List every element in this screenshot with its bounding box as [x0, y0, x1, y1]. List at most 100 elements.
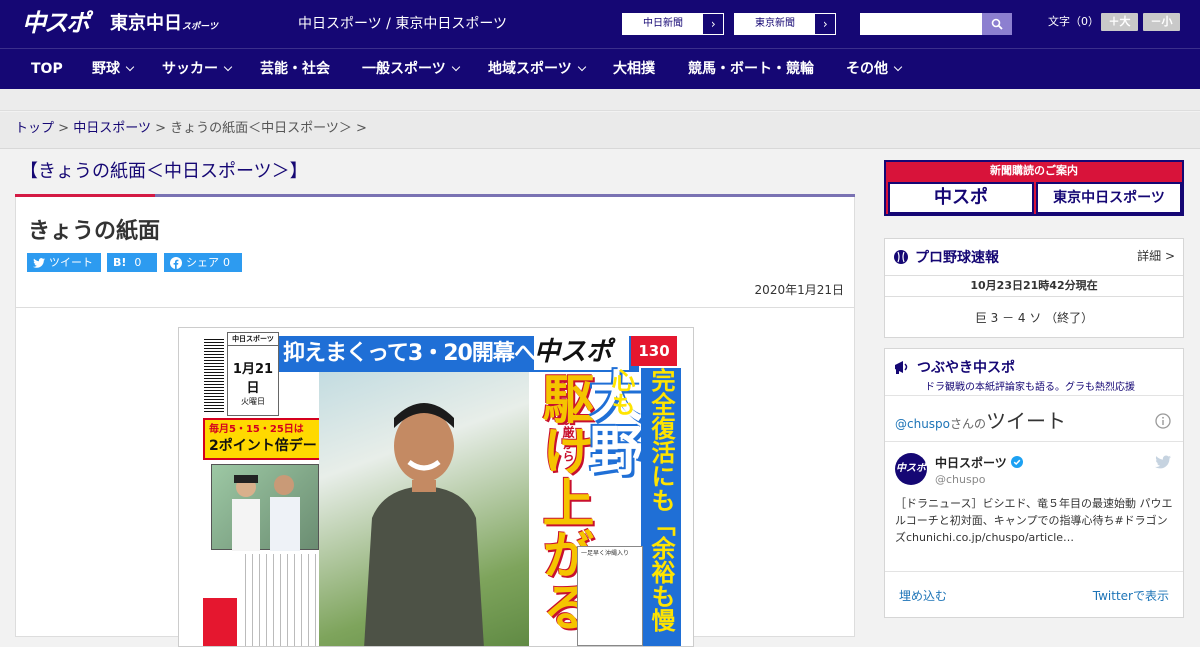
baseball-live-title: プロ野球速報: [915, 250, 999, 266]
subscription-title: 新聞購読のご案内: [990, 164, 1078, 177]
front-column-title: 一足早く沖縄入り: [581, 550, 630, 557]
hatena-button[interactable]: B! 0: [107, 253, 157, 272]
inset-photo: [211, 464, 319, 551]
tweets-subtitle: ドラ観戦の本紙評論家も語る。グラも熱烈応援: [925, 382, 1135, 393]
breadcrumb-sep: >: [155, 121, 166, 136]
nav-sumo[interactable]: 大相撲: [613, 49, 655, 90]
view-on-twitter-link[interactable]: Twitterで表示: [1093, 587, 1169, 604]
search-input[interactable]: [860, 13, 982, 35]
subscribe-tokyo-chunichi-button[interactable]: 東京中日スポーツ: [1036, 182, 1182, 214]
chevron-down-icon: [125, 62, 135, 72]
megaphone-icon: [895, 361, 908, 374]
front-page-image[interactable]: 中日スポーツ 1月21日 火曜日 抑えまくって3・20開幕へ 中スポ 130円 …: [178, 327, 694, 647]
facebook-icon: [170, 256, 182, 269]
facebook-share-button[interactable]: シェア 0: [164, 253, 242, 272]
tokyo-chunichi-logo[interactable]: 東京中日スポーツ: [110, 12, 218, 39]
nav-top[interactable]: TOP: [31, 49, 63, 90]
page-title: 【きょうの紙面＜中日スポーツ＞】: [20, 161, 308, 182]
issue-paper-name: 中日スポーツ: [228, 333, 278, 346]
player-illustration: [364, 403, 484, 646]
font-large-button[interactable]: ＋大: [1101, 13, 1138, 31]
body-text-block: [239, 554, 319, 646]
side-label: [203, 598, 237, 646]
baseball-icon: [894, 250, 908, 264]
tweet-button-label: ツイート: [49, 256, 93, 269]
baseball-live-header: プロ野球速報: [893, 247, 999, 267]
chevron-right-icon: ›: [703, 14, 723, 34]
card-title: きょうの紙面: [28, 219, 161, 244]
tokyo-chunichi-logo-text: 東京中日: [110, 13, 182, 34]
nav-soccer-label: サッカー: [162, 61, 218, 77]
promo-line-1: 毎月5・15・25日は: [209, 424, 304, 435]
tweets-box: つぶやき中スポ ドラ観戦の本紙評論家も語る。グラも熱烈応援 @chuspoさんの…: [884, 348, 1184, 618]
tweet-user-name[interactable]: 中日スポーツ: [935, 454, 1007, 471]
promo-line-2: 2ポイント倍デー: [209, 438, 317, 454]
front-column: 一足早く沖縄入り: [577, 546, 643, 646]
twitter-handle-prefix[interactable]: @chuspo: [895, 417, 950, 431]
baseball-live-score[interactable]: 巨 3 － 4 ソ （終了）: [885, 309, 1183, 326]
breadcrumb: トップ > 中日スポーツ > きょうの紙面＜中日スポーツ＞ >: [0, 112, 1200, 149]
site-name[interactable]: 中日スポーツ / 東京中日スポーツ: [298, 14, 507, 34]
breadcrumb-home[interactable]: トップ: [15, 121, 54, 136]
card-divider: [16, 307, 854, 308]
subscription-ad: 新聞購読のご案内 中スポ 東京中日スポーツ: [884, 160, 1184, 216]
content-card: きょうの紙面 ツイート B! 0 シェア 0 2020年1月21日 中日スポーツ…: [15, 197, 855, 647]
tweets-divider: [885, 441, 1183, 442]
breadcrumb-chuspo[interactable]: 中日スポーツ: [73, 121, 151, 136]
chunichi-shimbun-link[interactable]: 中日新聞 ›: [622, 13, 724, 35]
hatena-count: 0: [134, 256, 142, 269]
facebook-share-label: シェア: [186, 256, 219, 269]
facebook-share-count: 0: [223, 256, 230, 269]
tweets-title: つぶやき中スポ: [917, 360, 1015, 376]
nav-baseball[interactable]: 野球: [92, 49, 135, 90]
publish-date: 2020年1月21日: [754, 283, 844, 297]
nav-soccer[interactable]: サッカー: [162, 49, 233, 90]
chevron-right-icon: ›: [815, 14, 835, 34]
nav-other[interactable]: その他: [846, 49, 903, 90]
site-logo[interactable]: 中スポ: [22, 8, 102, 38]
tweets-divider: [885, 395, 1183, 396]
subscribe-chuspo-button[interactable]: 中スポ: [888, 182, 1034, 214]
tweet-avatar-text: 中スポ: [896, 463, 926, 474]
search-button[interactable]: [982, 13, 1012, 35]
tweet-text[interactable]: ［ドラニュース］ビシエド、竜５年目の最速始動 パウエルコーチと初対面、キャンプで…: [895, 495, 1175, 546]
breadcrumb-sep: >: [356, 121, 367, 136]
chevron-down-icon: [223, 62, 233, 72]
font-small-button[interactable]: －小: [1143, 13, 1180, 31]
nav-local-sports[interactable]: 地域スポーツ: [488, 49, 586, 90]
verified-badge-icon: [1011, 456, 1023, 468]
tweet-button[interactable]: ツイート: [27, 253, 101, 272]
ad-band: [0, 89, 1200, 111]
baseball-live-detail-link[interactable]: 詳細 >: [1137, 247, 1175, 264]
nav-racing-label: 競馬・ボート・競輪: [688, 61, 814, 77]
nav-racing[interactable]: 競馬・ボート・競輪: [688, 49, 814, 90]
nav-other-label: その他: [846, 61, 888, 77]
nav-general-sports[interactable]: 一般スポーツ: [362, 49, 460, 90]
tokyo-shimbun-link[interactable]: 東京新聞 ›: [734, 13, 836, 35]
chevron-down-icon: [577, 62, 586, 72]
search-box: [860, 13, 1012, 35]
twitter-bird-icon: [33, 257, 45, 268]
nav-general-sports-label: 一般スポーツ: [362, 61, 446, 77]
tweet-avatar[interactable]: 中スポ: [895, 453, 927, 485]
chunichi-shimbun-label: 中日新聞: [643, 18, 683, 29]
global-nav: TOP 野球 サッカー 芸能・社会 一般スポーツ 地域スポーツ 大相撲 競馬・ボ…: [0, 48, 1200, 89]
tokyo-chunichi-logo-small: スポーツ: [182, 22, 218, 32]
twitter-heading: ツイート: [986, 409, 1067, 433]
font-size-label: 文字（0）: [1048, 15, 1099, 28]
breadcrumb-sep: >: [58, 121, 70, 136]
embed-link[interactable]: 埋め込む: [899, 587, 947, 604]
front-masthead: 中スポ: [534, 334, 629, 370]
breadcrumb-current: きょうの紙面＜中日スポーツ＞: [170, 121, 352, 136]
nav-local-sports-label: 地域スポーツ: [488, 61, 572, 77]
twitter-bird-icon[interactable]: [1155, 455, 1171, 469]
twitter-handle-suffix: さんの: [950, 417, 987, 431]
front-price: 130円: [631, 336, 677, 390]
info-icon[interactable]: [1155, 413, 1171, 429]
inset-players-illustration: [232, 475, 300, 551]
tweets-divider: [885, 571, 1183, 572]
top-bar: 中スポ 東京中日スポーツ 中日スポーツ / 東京中日スポーツ 中日新聞 › 東京新…: [0, 0, 1200, 48]
nav-entertainment[interactable]: 芸能・社会: [260, 49, 330, 90]
nav-top-label: TOP: [31, 61, 63, 77]
tweet-user-handle[interactable]: @chuspo: [935, 473, 985, 486]
